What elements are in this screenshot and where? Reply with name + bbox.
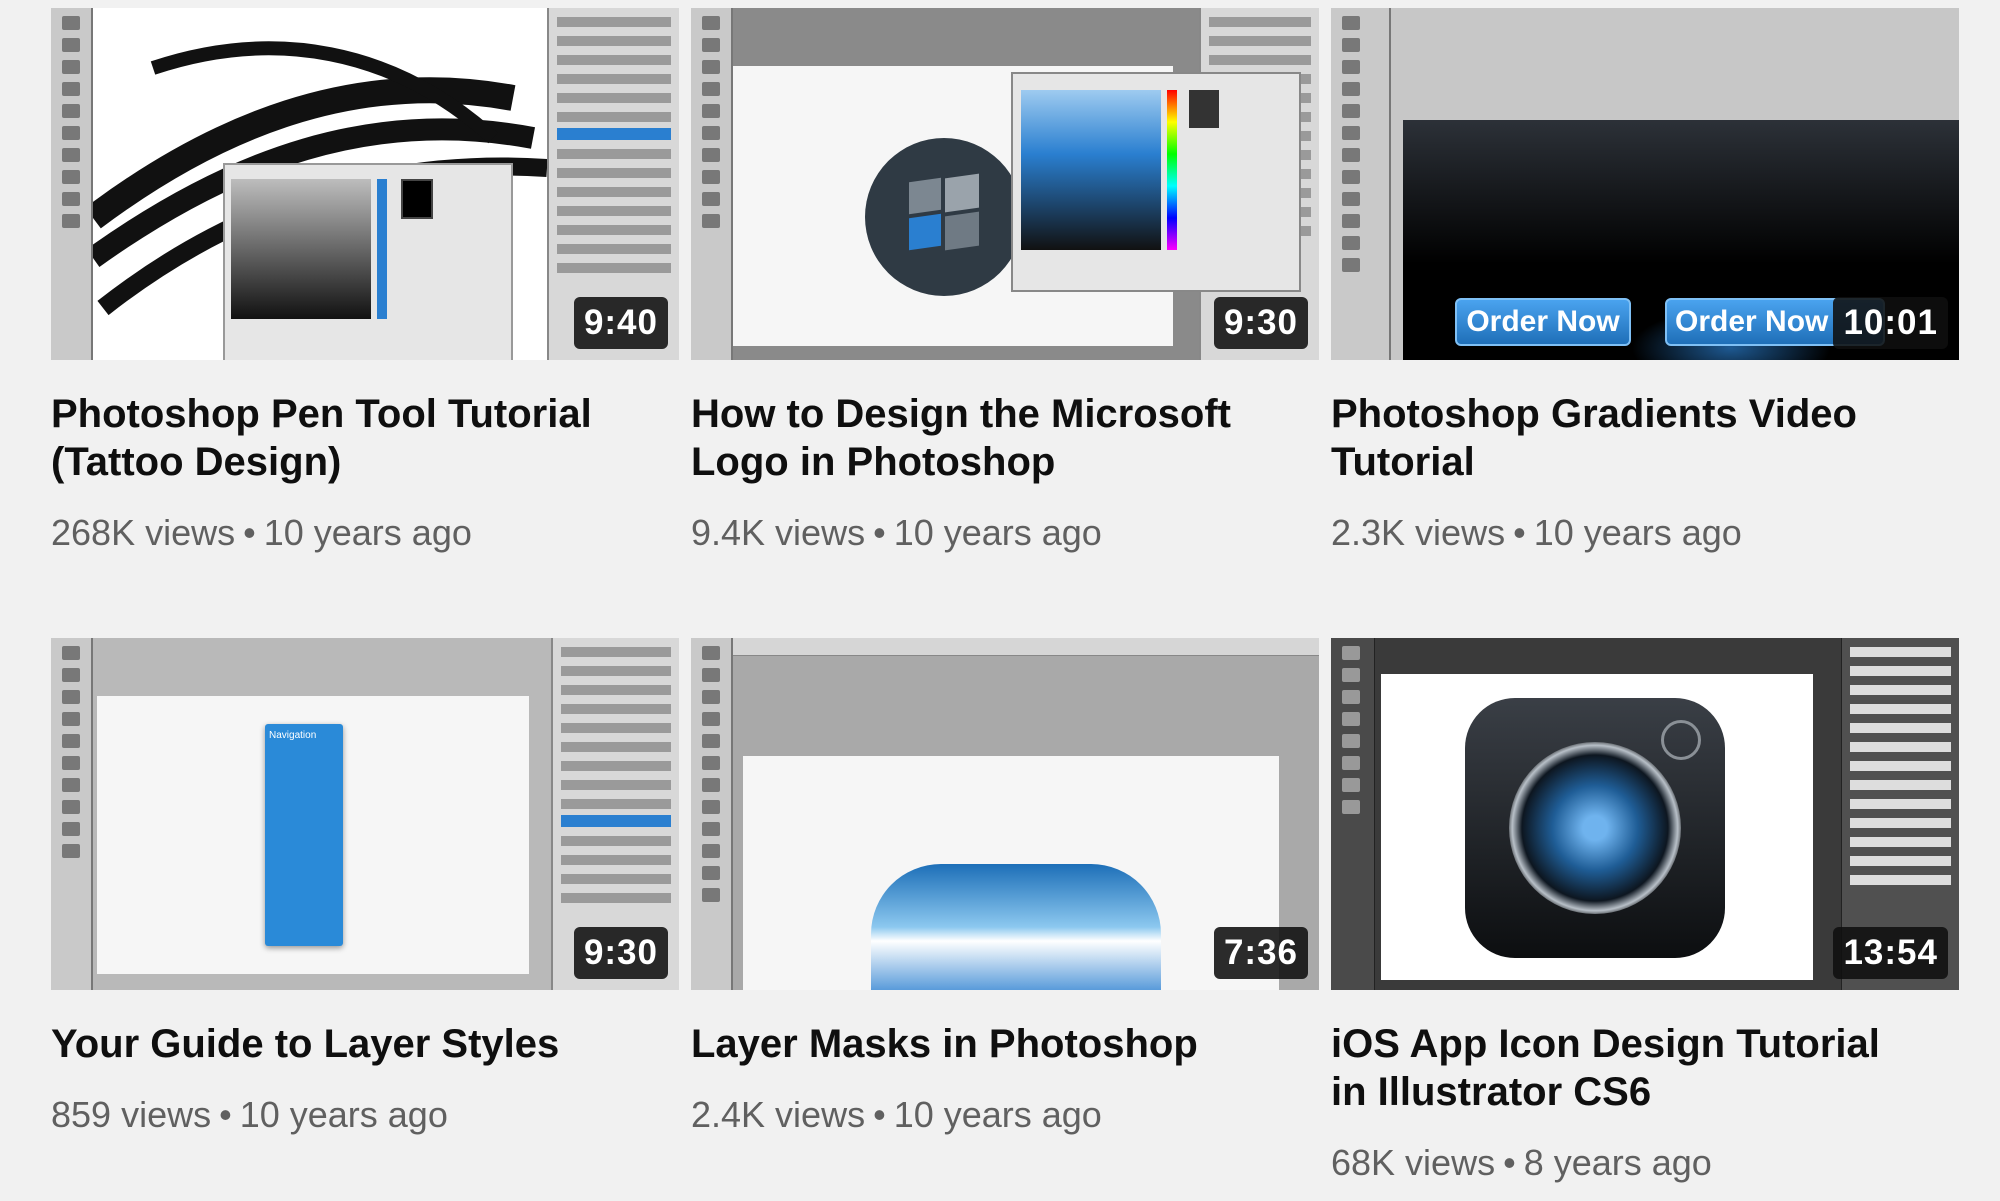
- color-picker-dialog: [223, 163, 513, 360]
- video-meta: 9.4K views • 10 years ago: [691, 512, 1319, 554]
- meta-separator: •: [1513, 512, 1526, 553]
- upload-age: 8 years ago: [1523, 1142, 1712, 1183]
- photoshop-toolbar: [51, 8, 93, 360]
- video-card[interactable]: Order Now Order Now 10:01 Photoshop Grad…: [1331, 8, 1959, 638]
- video-meta: 2.4K views • 10 years ago: [691, 1094, 1319, 1136]
- video-meta: 2.3K views • 10 years ago: [1331, 512, 1959, 554]
- ios-camera-icon-artwork: [1465, 698, 1725, 958]
- photoshop-toolbar: [1331, 8, 1391, 360]
- upload-age: 10 years ago: [263, 512, 472, 553]
- video-card[interactable]: 9:40 Photoshop Pen Tool Tutorial (Tattoo…: [51, 8, 679, 638]
- video-meta: 68K views • 8 years ago: [1331, 1142, 1959, 1184]
- view-count: 859 views: [51, 1094, 212, 1135]
- video-meta: 268K views • 10 years ago: [51, 512, 679, 554]
- video-card[interactable]: 9:30 How to Design the Microsoft Logo in…: [691, 8, 1319, 638]
- navigation-panel-artwork: Navigation: [265, 724, 343, 946]
- view-count: 68K views: [1331, 1142, 1496, 1183]
- video-thumbnail[interactable]: 13:54: [1331, 638, 1959, 990]
- order-now-button: Order Now: [1455, 298, 1631, 346]
- video-title[interactable]: How to Design the Microsoft Logo in Phot…: [691, 390, 1271, 486]
- meta-separator: •: [1503, 1142, 1516, 1183]
- meta-separator: •: [219, 1094, 232, 1135]
- duration-badge: 13:54: [1833, 927, 1948, 979]
- video-thumbnail[interactable]: Order Now Order Now 10:01: [1331, 8, 1959, 360]
- view-count: 2.4K views: [691, 1094, 866, 1135]
- video-title[interactable]: Layer Masks in Photoshop: [691, 1020, 1271, 1068]
- video-title[interactable]: Photoshop Pen Tool Tutorial (Tattoo Desi…: [51, 390, 631, 486]
- upload-age: 10 years ago: [893, 1094, 1102, 1135]
- photoshop-toolbar: [51, 638, 93, 990]
- video-title[interactable]: Photoshop Gradients Video Tutorial: [1331, 390, 1911, 486]
- meta-separator: •: [243, 512, 256, 553]
- duration-badge: 9:30: [573, 927, 668, 979]
- view-count: 268K views: [51, 512, 236, 553]
- love-text-mask-artwork: [871, 864, 1161, 990]
- video-grid: 9:40 Photoshop Pen Tool Tutorial (Tattoo…: [51, 8, 1961, 1198]
- duration-badge: 7:36: [1213, 927, 1308, 979]
- video-card[interactable]: 7:36 Layer Masks in Photoshop 2.4K views…: [691, 638, 1319, 1198]
- duration-badge: 9:40: [573, 297, 668, 349]
- duration-badge: 10:01: [1833, 297, 1948, 349]
- upload-age: 10 years ago: [893, 512, 1102, 553]
- video-meta: 859 views • 10 years ago: [51, 1094, 679, 1136]
- video-thumbnail[interactable]: 7:36: [691, 638, 1319, 990]
- video-thumbnail[interactable]: Navigation 9:30: [51, 638, 679, 990]
- illustrator-toolbar: [1331, 638, 1375, 990]
- video-card[interactable]: 13:54 iOS App Icon Design Tutorial in Il…: [1331, 638, 1959, 1198]
- upload-age: 10 years ago: [239, 1094, 448, 1135]
- video-card[interactable]: Navigation 9:30 Your Guide to Layer Styl…: [51, 638, 679, 1198]
- duration-badge: 9:30: [1213, 297, 1308, 349]
- navigation-title: Navigation: [269, 730, 317, 741]
- photoshop-toolbar: [691, 638, 733, 990]
- upload-age: 10 years ago: [1533, 512, 1742, 553]
- video-thumbnail[interactable]: 9:30: [691, 8, 1319, 360]
- microsoft-logo-artwork: [865, 138, 1023, 296]
- view-count: 2.3K views: [1331, 512, 1506, 553]
- photoshop-toolbar: [691, 8, 733, 360]
- video-thumbnail[interactable]: 9:40: [51, 8, 679, 360]
- meta-separator: •: [873, 1094, 886, 1135]
- view-count: 9.4K views: [691, 512, 866, 553]
- meta-separator: •: [873, 512, 886, 553]
- video-title[interactable]: iOS App Icon Design Tutorial in Illustra…: [1331, 1020, 1911, 1116]
- video-title[interactable]: Your Guide to Layer Styles: [51, 1020, 631, 1068]
- color-picker-dialog: [1011, 72, 1301, 292]
